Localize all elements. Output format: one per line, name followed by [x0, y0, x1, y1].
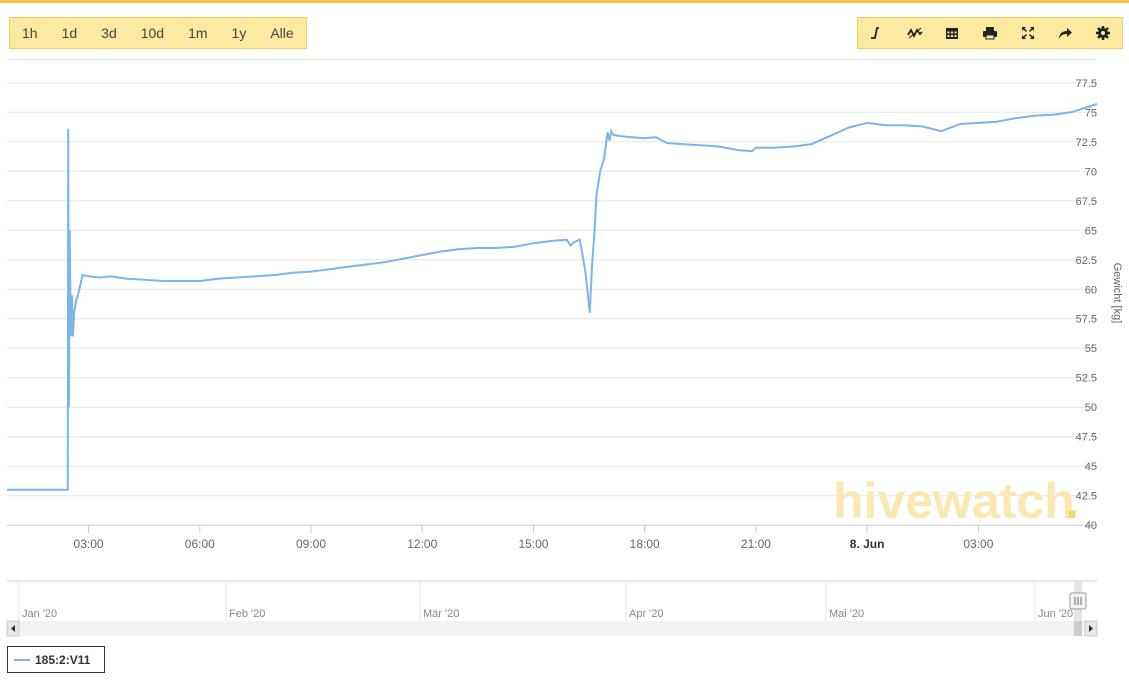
range-button-10d[interactable]: 10d	[129, 18, 176, 48]
y-tick-label: 45	[1085, 461, 1097, 473]
y-tick-label: 75	[1085, 107, 1097, 119]
y-tick-label: 77.5	[1076, 78, 1097, 90]
y-tick-label: 55	[1085, 343, 1097, 355]
y-axis-title: Gewicht [kg]	[1111, 263, 1123, 324]
x-tick-label: 03:00	[963, 537, 993, 551]
watermark-text: hivewatch	[833, 473, 1075, 529]
calendar-button[interactable]	[933, 18, 971, 48]
weight-chart: hivewatch . 40 42.5 45 47.5 50 52.5 55 57.5 60 62…	[6, 59, 1123, 637]
line-chart-button[interactable]	[858, 18, 896, 48]
hivewatch-watermark: hivewatch .	[833, 473, 1079, 529]
x-tick-label: 8. Jun	[850, 537, 885, 551]
trend-chart-icon	[906, 27, 923, 39]
y-tick-label: 70	[1085, 166, 1097, 178]
y-tick-label: 52.5	[1076, 373, 1097, 385]
top-accent-bar	[0, 0, 1129, 3]
legend-item[interactable]: 185:2:V11	[7, 646, 105, 673]
range-button-1d[interactable]: 1d	[50, 18, 90, 48]
navigator-scrollbar-thumb[interactable]	[1074, 621, 1082, 636]
x-tick-label: 18:00	[630, 537, 660, 551]
x-tick-label: 03:00	[74, 537, 104, 551]
range-button-1h[interactable]: 1h	[10, 18, 50, 48]
navigator-month-label: Apr '20	[629, 608, 664, 620]
x-tick-label: 09:00	[296, 537, 326, 551]
y-tick-label: 40	[1085, 520, 1097, 532]
navigator-month-label: Feb '20	[229, 608, 265, 620]
x-tick-label: 15:00	[518, 537, 548, 551]
y-tick-label: 67.5	[1076, 196, 1097, 208]
y-tick-label: 47.5	[1076, 432, 1097, 444]
share-button[interactable]	[1047, 18, 1085, 48]
trend-chart-button[interactable]	[896, 18, 934, 48]
calendar-icon	[946, 28, 959, 39]
range-button-1y[interactable]: 1y	[220, 18, 259, 48]
y-tick-label: 50	[1085, 402, 1097, 414]
y-axis-ticks: 40 42.5 45 47.5 50 52.5 55 57.5 60 62.5 65 67.5 70 72…	[1076, 78, 1097, 532]
print-icon	[983, 27, 998, 40]
x-tick-label: 06:00	[185, 537, 215, 551]
navigator-month-label: Jun '20	[1038, 608, 1073, 620]
navigator-month-label: Mai '20	[829, 608, 864, 620]
settings-button[interactable]	[1084, 18, 1122, 48]
legend-line-marker	[14, 658, 30, 661]
navigator: Jan '20 Feb '20 Mär '20 Apr '20 Mai '20 Jun '…	[6, 580, 1098, 637]
x-tick-label: 12:00	[407, 537, 437, 551]
navigator-month-label: Jan '20	[22, 608, 57, 620]
y-tick-label: 62.5	[1076, 255, 1097, 267]
x-tick-label: 21:00	[741, 537, 771, 551]
range-selector: 1h 1d 3d 10d 1m 1y Alle	[9, 17, 307, 49]
range-button-1m[interactable]: 1m	[176, 18, 219, 48]
range-button-all[interactable]: Alle	[258, 18, 305, 48]
fullscreen-icon	[1021, 27, 1034, 39]
y-tick-label: 65	[1085, 225, 1097, 237]
x-axis-ticks: 03:00 06:00 09:00 12:00 15:00 18:00 21:00 8. Ju…	[74, 525, 994, 551]
settings-icon	[1096, 26, 1111, 40]
y-tick-label: 42.5	[1076, 491, 1097, 503]
range-button-3d[interactable]: 3d	[89, 18, 129, 48]
line-chart-icon	[870, 27, 879, 39]
legend-label: 185:2:V11	[35, 652, 91, 667]
y-tick-label: 57.5	[1076, 314, 1097, 326]
series-line-185-2-v11	[7, 103, 1098, 491]
chart-toolbar	[857, 17, 1123, 49]
fullscreen-button[interactable]	[1009, 18, 1047, 48]
print-button[interactable]	[971, 18, 1009, 48]
y-tick-label: 60	[1085, 284, 1097, 296]
share-icon	[1059, 28, 1073, 39]
navigator-grid: Jan '20 Feb '20 Mär '20 Apr '20 Mai '20 Jun '…	[18, 581, 1073, 621]
y-tick-label: 72.5	[1076, 137, 1097, 149]
navigator-scrollbar-track[interactable]	[7, 621, 1097, 636]
navigator-month-label: Mär '20	[423, 608, 459, 620]
